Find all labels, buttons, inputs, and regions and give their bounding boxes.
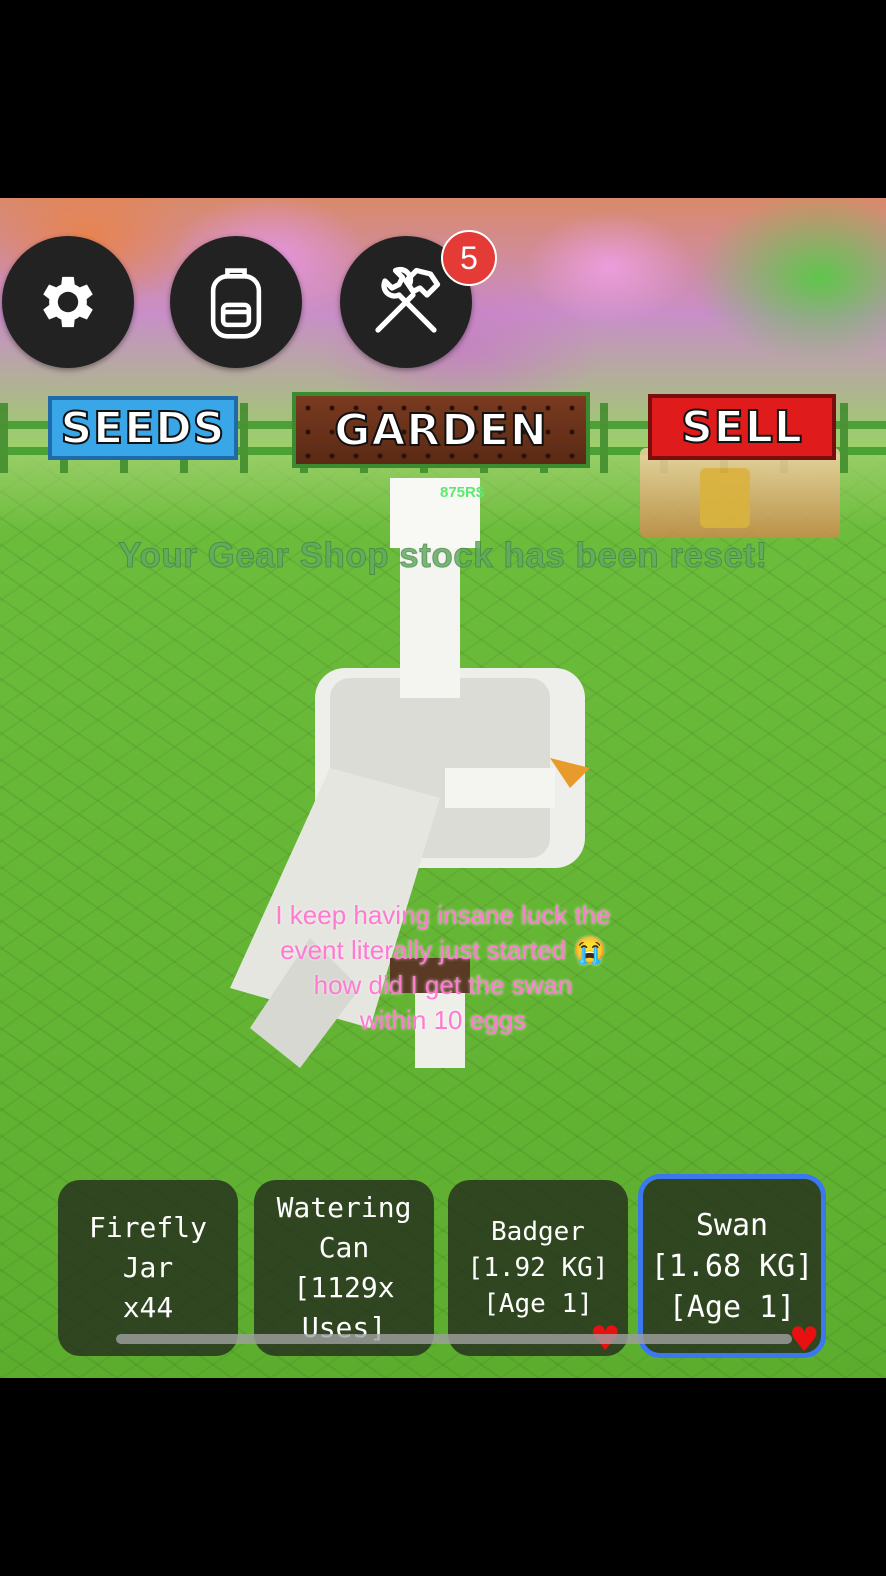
backpack-icon <box>210 268 262 339</box>
hotbar-slot-badger[interactable]: Badger [1.92 KG] [Age 1] ♥ <box>448 1180 628 1356</box>
seeds-button[interactable]: SEEDS <box>48 396 238 460</box>
slot-line: Firefly Jar <box>88 1211 207 1284</box>
hotbar-slot-watering-can[interactable]: Watering Can [1129x Uses] <box>254 1180 434 1356</box>
slot-line: Can <box>318 1231 370 1264</box>
video-caption: I keep having insane luck the event lite… <box>200 898 686 1038</box>
shop-reset-notification: Your Gear Shop stock has been reset! <box>118 536 768 576</box>
sell-button[interactable]: SELL <box>648 394 836 460</box>
gear-icon <box>43 276 93 328</box>
slot-line: [Age 1] <box>483 1289 593 1319</box>
settings-button[interactable] <box>2 236 134 368</box>
slot-line: Watering <box>276 1191 412 1224</box>
hotbar-scrollbar[interactable] <box>116 1334 792 1344</box>
hotbar-slot-swan[interactable]: Swan [1.68 KG] [Age 1] ♥ <box>638 1174 826 1358</box>
slot-line: [1.92 KG] <box>467 1253 609 1283</box>
slot-line: x44 <box>122 1291 174 1324</box>
price-tag: 875R$ <box>440 484 485 501</box>
hammer-wrench-icon <box>375 266 441 333</box>
backpack-button[interactable] <box>170 236 302 368</box>
caption-line: I keep having insane luck the <box>275 900 611 930</box>
slot-line: [1.68 KG] <box>650 1248 814 1284</box>
tools-notification-badge: 5 <box>441 230 497 286</box>
slot-line: [1129x <box>293 1271 395 1304</box>
garden-button[interactable]: GARDEN <box>292 392 590 468</box>
caption-line: how did I get the swan <box>313 970 573 1000</box>
slot-line: Swan <box>695 1207 769 1243</box>
caption-line: within 10 eggs <box>359 1005 527 1035</box>
caption-line: event literally just started 😭 <box>280 935 606 965</box>
sell-stall <box>640 448 840 538</box>
slot-line: Badger <box>491 1217 585 1247</box>
favorite-heart-icon: ♥ <box>789 1320 820 1358</box>
hotbar-slot-firefly-jar[interactable]: Firefly Jar x44 <box>58 1180 238 1356</box>
